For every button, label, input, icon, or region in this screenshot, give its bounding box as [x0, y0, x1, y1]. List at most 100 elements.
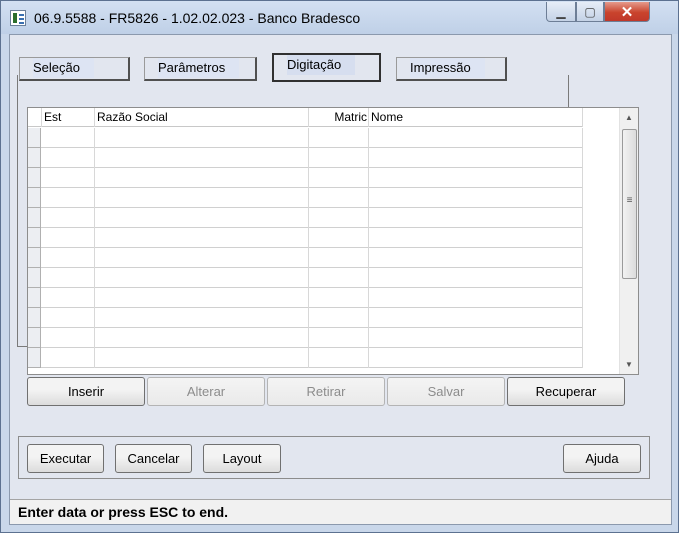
table-row[interactable] — [28, 208, 583, 228]
row-selector[interactable] — [28, 188, 41, 208]
table-cell[interactable] — [309, 188, 369, 208]
table-row[interactable] — [28, 268, 583, 288]
row-selector[interactable] — [28, 228, 41, 248]
table-cell[interactable] — [369, 348, 583, 368]
table-cell[interactable] — [95, 168, 309, 188]
table-cell[interactable] — [42, 268, 95, 288]
minimize-button[interactable]: ▁ — [546, 2, 576, 22]
table-cell[interactable] — [369, 328, 583, 348]
table-row[interactable] — [28, 248, 583, 268]
col-header-matric[interactable]: Matric — [309, 108, 369, 127]
cancel-button[interactable]: Cancelar — [115, 444, 192, 473]
recover-button[interactable]: Recuperar — [507, 377, 625, 406]
table-cell[interactable] — [95, 248, 309, 268]
table-cell[interactable] — [309, 248, 369, 268]
table-row[interactable] — [28, 228, 583, 248]
table-cell[interactable] — [95, 228, 309, 248]
scroll-up-icon[interactable]: ▲ — [620, 109, 638, 126]
table-cell[interactable] — [309, 148, 369, 168]
table-row[interactable] — [28, 168, 583, 188]
col-header-razao-social[interactable]: Razão Social — [95, 108, 309, 127]
row-selector[interactable] — [28, 128, 41, 148]
tab-parametros[interactable]: Parâmetros — [144, 57, 257, 81]
remove-button[interactable]: Retirar — [267, 377, 385, 406]
vertical-scrollbar[interactable]: ▲ ≡ ▼ — [619, 108, 638, 374]
execute-button[interactable]: Executar — [27, 444, 104, 473]
table-row[interactable] — [28, 188, 583, 208]
table-row[interactable] — [28, 128, 583, 148]
table-row[interactable] — [28, 328, 583, 348]
table-row[interactable] — [28, 148, 583, 168]
table-cell[interactable] — [309, 308, 369, 328]
help-button[interactable]: Ajuda — [563, 444, 641, 473]
table-cell[interactable] — [369, 168, 583, 188]
row-selector[interactable] — [28, 148, 41, 168]
insert-button[interactable]: Inserir — [27, 377, 145, 406]
row-selector[interactable] — [28, 288, 41, 308]
row-selector[interactable] — [28, 248, 41, 268]
title-bar[interactable]: 06.9.5588 - FR5826 - 1.02.02.023 - Banco… — [1, 1, 678, 34]
table-cell[interactable] — [42, 208, 95, 228]
col-header-nome[interactable]: Nome — [369, 108, 583, 127]
app-icon — [10, 10, 26, 26]
tab-impressao[interactable]: Impressão — [396, 57, 507, 81]
table-row[interactable] — [28, 288, 583, 308]
table-cell[interactable] — [42, 228, 95, 248]
table-cell[interactable] — [369, 248, 583, 268]
table-cell[interactable] — [369, 208, 583, 228]
data-grid[interactable]: Est Razão Social Matric Nome ▲ ≡ ▼ — [27, 107, 639, 375]
table-cell[interactable] — [309, 328, 369, 348]
table-cell[interactable] — [369, 228, 583, 248]
table-cell[interactable] — [95, 208, 309, 228]
table-cell[interactable] — [42, 188, 95, 208]
table-cell[interactable] — [95, 288, 309, 308]
table-cell[interactable] — [42, 128, 95, 148]
layout-button[interactable]: Layout — [203, 444, 281, 473]
table-cell[interactable] — [309, 208, 369, 228]
save-button[interactable]: Salvar — [387, 377, 505, 406]
row-selector[interactable] — [28, 328, 41, 348]
row-selector[interactable] — [28, 308, 41, 328]
table-cell[interactable] — [369, 148, 583, 168]
tab-selecao[interactable]: Seleção — [19, 57, 130, 81]
edit-button[interactable]: Alterar — [147, 377, 265, 406]
table-cell[interactable] — [95, 328, 309, 348]
table-cell[interactable] — [309, 228, 369, 248]
table-cell[interactable] — [309, 128, 369, 148]
row-selector[interactable] — [28, 268, 41, 288]
table-cell[interactable] — [42, 288, 95, 308]
table-cell[interactable] — [369, 128, 583, 148]
table-row[interactable] — [28, 308, 583, 328]
table-cell[interactable] — [42, 148, 95, 168]
table-cell[interactable] — [369, 308, 583, 328]
row-selector[interactable] — [28, 348, 41, 368]
table-cell[interactable] — [95, 348, 309, 368]
table-cell[interactable] — [369, 288, 583, 308]
table-cell[interactable] — [42, 348, 95, 368]
table-cell[interactable] — [95, 128, 309, 148]
table-cell[interactable] — [369, 268, 583, 288]
table-cell[interactable] — [42, 308, 95, 328]
table-cell[interactable] — [95, 308, 309, 328]
tab-digitacao[interactable]: Digitação — [272, 53, 381, 82]
table-cell[interactable] — [369, 188, 583, 208]
table-cell[interactable] — [309, 348, 369, 368]
close-button[interactable]: ✕ — [604, 2, 650, 22]
table-cell[interactable] — [309, 268, 369, 288]
table-cell[interactable] — [95, 148, 309, 168]
table-cell[interactable] — [95, 268, 309, 288]
table-cell[interactable] — [42, 248, 95, 268]
row-selector[interactable] — [28, 168, 41, 188]
table-cell[interactable] — [95, 188, 309, 208]
row-selector[interactable] — [28, 208, 41, 228]
table-cell[interactable] — [309, 168, 369, 188]
table-row[interactable] — [28, 348, 583, 368]
scroll-down-icon[interactable]: ▼ — [620, 356, 638, 373]
scroll-thumb[interactable]: ≡ — [622, 129, 637, 279]
col-header-est[interactable]: Est — [42, 108, 95, 127]
table-cell[interactable] — [42, 328, 95, 348]
table-cell[interactable] — [309, 288, 369, 308]
grip-icon: ≡ — [626, 195, 633, 206]
maximize-button[interactable]: ▢ — [576, 2, 604, 22]
table-cell[interactable] — [42, 168, 95, 188]
